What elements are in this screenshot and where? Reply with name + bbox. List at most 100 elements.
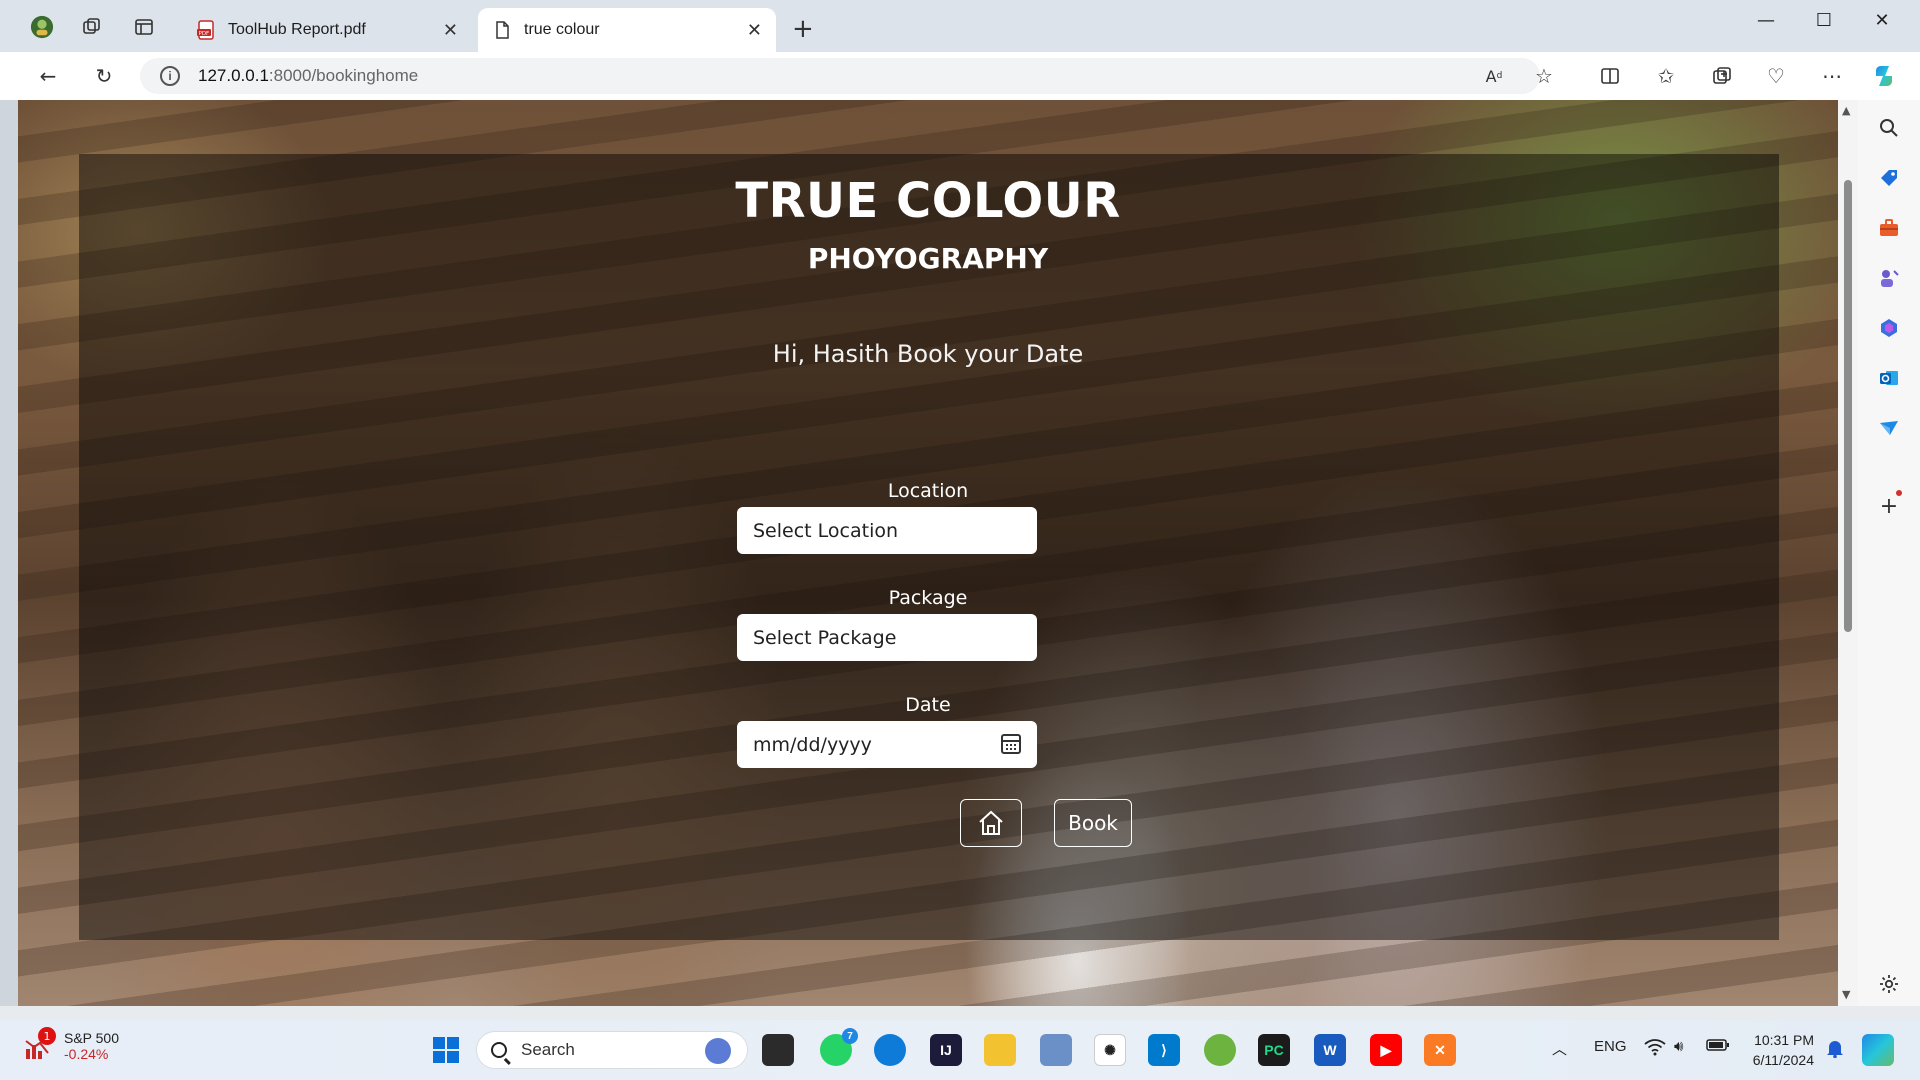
- tab-label: ToolHub Report.pdf: [228, 21, 366, 38]
- stock-chart-icon: 1: [24, 1027, 56, 1061]
- maximize-icon[interactable]: ☐: [1804, 10, 1844, 31]
- language-indicator[interactable]: ENG: [1594, 1038, 1627, 1055]
- clock-time: 10:31 PM: [1754, 1032, 1814, 1048]
- windows-taskbar: 1 S&P 500 -0.24% Search 7 IJ ✺ ⟩ PC W ▶ …: [0, 1020, 1920, 1080]
- location-select[interactable]: Select Location: [737, 507, 1037, 554]
- page-viewport: TRUE COLOUR PHOYOGRAPHY Hi, Hasith Book …: [18, 100, 1838, 1006]
- url-host: 127.0.0.1: [198, 66, 269, 85]
- windows-start-icon[interactable]: [430, 1034, 462, 1066]
- date-label: Date: [905, 694, 951, 716]
- scroll-up-icon[interactable]: ▲: [1842, 104, 1850, 117]
- date-input-value: mm/dd/yyyy: [753, 733, 872, 756]
- minimize-icon[interactable]: —: [1746, 10, 1786, 31]
- tab-toolhub-report[interactable]: PDF ToolHub Report.pdf ✕: [182, 8, 472, 52]
- collections-icon[interactable]: [1708, 62, 1736, 90]
- xampp-icon[interactable]: ✕: [1424, 1034, 1456, 1066]
- stock-widget[interactable]: 1 S&P 500 -0.24%: [24, 1027, 120, 1062]
- home-button[interactable]: [960, 799, 1022, 847]
- m365-icon[interactable]: [1875, 314, 1903, 342]
- screen: PDF ToolHub Report.pdf ✕ true colour ✕ +…: [0, 0, 1920, 1080]
- tab-label: true colour: [524, 21, 600, 38]
- page-title: TRUE COLOUR: [735, 173, 1121, 229]
- stock-badge: 1: [38, 1027, 56, 1045]
- package-label: Package: [888, 587, 968, 609]
- taskbar-search-label: Search: [521, 1040, 575, 1059]
- volume-icon[interactable]: 🔊︎: [1674, 1038, 1683, 1055]
- pdf-icon: PDF: [197, 20, 214, 40]
- search-icon[interactable]: [1875, 114, 1903, 142]
- search-highlight-icon: [705, 1038, 731, 1064]
- shopping-tag-icon[interactable]: [1875, 164, 1903, 192]
- search-icon: [491, 1042, 507, 1058]
- games-icon[interactable]: [1875, 264, 1903, 292]
- home-icon: [979, 810, 1003, 835]
- browser-sidebar: +: [1858, 100, 1920, 1018]
- stock-name: S&P 500: [64, 1030, 120, 1046]
- show-hidden-icons-chevron-icon[interactable]: ︿: [1552, 1038, 1567, 1059]
- site-info-icon[interactable]: i: [160, 66, 180, 86]
- scrollbar-thumb[interactable]: [1844, 180, 1852, 632]
- read-aloud-icon[interactable]: Aⅾ: [1480, 62, 1508, 90]
- svg-text:PDF: PDF: [199, 31, 210, 37]
- new-tab-icon[interactable]: +: [792, 14, 814, 44]
- tab-true-colour[interactable]: true colour ✕: [478, 8, 776, 52]
- address-bar[interactable]: i 127.0.0.1:8000/bookinghome: [140, 58, 1540, 94]
- scroll-down-icon[interactable]: ▼: [1842, 988, 1850, 1001]
- chatgpt-icon[interactable]: ✺: [1094, 1034, 1126, 1066]
- location-label: Location: [887, 480, 969, 502]
- edge-browser-icon[interactable]: [874, 1034, 906, 1066]
- profile-avatar-icon[interactable]: [30, 15, 54, 39]
- tools-briefcase-icon[interactable]: [1875, 214, 1903, 242]
- file-explorer-icon[interactable]: [984, 1034, 1016, 1066]
- notification-dot: [1896, 490, 1902, 496]
- url-path: :8000/bookinghome: [268, 66, 419, 85]
- photos-icon[interactable]: [1040, 1034, 1072, 1066]
- tab-actions-icon[interactable]: [132, 15, 156, 39]
- notification-bell-icon[interactable]: [1826, 1038, 1844, 1062]
- book-button[interactable]: Book: [1054, 799, 1132, 847]
- package-select-value: Select Package: [753, 626, 897, 649]
- add-sidebar-app-icon[interactable]: +: [1875, 492, 1903, 520]
- battery-icon[interactable]: [1706, 1038, 1730, 1056]
- word-icon[interactable]: W: [1314, 1034, 1346, 1066]
- back-arrow-icon[interactable]: ←: [34, 62, 62, 90]
- more-options-icon[interactable]: ⋯: [1818, 62, 1846, 90]
- wifi-icon[interactable]: [1644, 1038, 1666, 1060]
- favorites-icon[interactable]: ✩: [1652, 62, 1680, 90]
- browser-toolbar: ← ↻ i 127.0.0.1:8000/bookinghome Aⅾ ☆ ✩ …: [0, 52, 1920, 100]
- refresh-icon[interactable]: ↻: [90, 62, 118, 90]
- outlook-icon[interactable]: [1875, 364, 1903, 392]
- browser-tab-bar: PDF ToolHub Report.pdf ✕ true colour ✕ +…: [0, 0, 1920, 52]
- stock-change: -0.24%: [64, 1046, 109, 1062]
- calendar-icon[interactable]: [1001, 734, 1021, 754]
- send-drop-icon[interactable]: [1875, 414, 1903, 442]
- whatsapp-badge: 7: [842, 1028, 858, 1044]
- taskbar-search[interactable]: Search: [476, 1031, 748, 1069]
- vscode-icon[interactable]: ⟩: [1148, 1034, 1180, 1066]
- pycharm-icon[interactable]: PC: [1258, 1034, 1290, 1066]
- greeting-text: Hi, Hasith Book your Date: [772, 340, 1084, 368]
- copilot-taskbar-icon[interactable]: [1862, 1034, 1894, 1066]
- copilot-icon[interactable]: [1870, 62, 1898, 90]
- package-select[interactable]: Select Package: [737, 614, 1037, 661]
- springboot-icon[interactable]: [1204, 1034, 1236, 1066]
- close-tab-icon[interactable]: ✕: [747, 20, 762, 41]
- favorite-star-icon[interactable]: ☆: [1530, 62, 1558, 90]
- task-view-icon[interactable]: [762, 1034, 794, 1066]
- browser-essentials-icon[interactable]: ♡: [1762, 62, 1790, 90]
- split-screen-icon[interactable]: [1596, 62, 1624, 90]
- close-window-icon[interactable]: ✕: [1862, 10, 1902, 31]
- youtube-icon[interactable]: ▶: [1370, 1034, 1402, 1066]
- page-scrollbar[interactable]: ▲ ▼: [1838, 100, 1858, 1006]
- intellij-icon[interactable]: IJ: [930, 1034, 962, 1066]
- page-subtitle: PHOYOGRAPHY: [807, 242, 1049, 275]
- settings-gear-icon[interactable]: [1875, 970, 1903, 998]
- whatsapp-icon[interactable]: 7: [820, 1028, 858, 1066]
- location-select-value: Select Location: [753, 519, 899, 542]
- date-input[interactable]: mm/dd/yyyy: [737, 721, 1037, 768]
- workspaces-icon[interactable]: [80, 15, 104, 39]
- system-clock[interactable]: 10:31 PM 6/11/2024: [1746, 1030, 1814, 1070]
- background-window-strip: [0, 1006, 1920, 1020]
- close-tab-icon[interactable]: ✕: [443, 20, 458, 41]
- page-icon: [496, 21, 509, 39]
